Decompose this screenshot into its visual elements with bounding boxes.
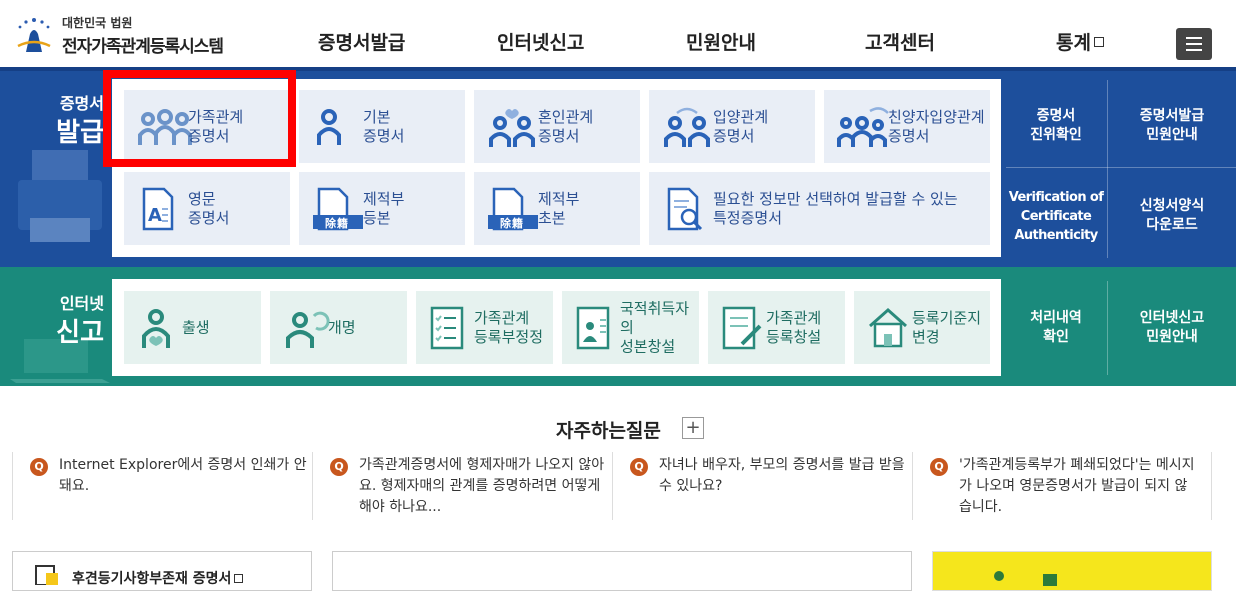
logo-title: 전자가족관계등록시스템 <box>62 37 224 57</box>
bottom-link-text[interactable]: 후견등기사항부존재 증명서 <box>72 568 244 588</box>
tile-label: 개명 <box>328 318 356 336</box>
question-icon: Q <box>630 458 648 476</box>
court-emblem-icon <box>17 18 51 52</box>
english-document-icon: A <box>142 187 174 230</box>
banner-graphic-icon <box>994 571 1057 586</box>
faq-text: Internet Explorer에서 증명서 인쇄가 안돼요. <box>59 457 307 494</box>
question-icon: Q <box>930 458 948 476</box>
hamburger-menu-button[interactable] <box>1176 28 1212 60</box>
stamp-text: 除籍 <box>500 217 524 230</box>
faq-item[interactable]: Q 자녀나 배우자, 부모의 증명서를 발급 받을 수 있나요? <box>612 452 912 520</box>
tile-label: 출생 <box>182 318 210 336</box>
faq-item[interactable]: Q Internet Explorer에서 증명서 인쇄가 안돼요. <box>12 452 312 520</box>
faq-text: 가족관계증명서에 형제자매가 나오지 않아요. 형제자매의 관계를 증명하려면 … <box>359 457 605 515</box>
tile-label: 영문 증명서 <box>188 189 230 227</box>
form-download-link[interactable]: 신청서양식 다운로드 <box>1108 172 1236 260</box>
tile-basic[interactable]: 기본 증명서 <box>299 90 465 163</box>
certificate-verification-link[interactable]: 증명서 진위확인 <box>1006 90 1106 162</box>
stamp-text: 除籍 <box>325 217 349 230</box>
tile-label: 제적부 등본 <box>363 189 405 227</box>
nav-customer-center[interactable]: 고객센터 <box>865 28 935 55</box>
tile-removed-register-excerpt[interactable]: 除籍 제적부 초본 <box>474 172 640 245</box>
tile-registration-base-change[interactable]: 등록기준지 변경 <box>854 291 990 364</box>
nav-civil-guide[interactable]: 민원안내 <box>686 28 756 55</box>
tile-label: 혼인관계 증명서 <box>538 107 594 145</box>
external-link-icon <box>234 574 244 583</box>
tile-marriage[interactable]: 혼인관계 증명서 <box>474 90 640 163</box>
tile-label: 제적부 초본 <box>538 189 580 227</box>
logo-subtitle: 대한민국 법원 <box>62 16 133 30</box>
document-icon <box>35 565 58 585</box>
tile-label: 등록기준지 변경 <box>912 308 982 346</box>
marriage-icon <box>489 108 535 147</box>
tile-label: 가족관계 등록부정정 <box>474 308 544 346</box>
question-icon: Q <box>330 458 348 476</box>
tile-specific-certificate[interactable]: 필요한 정보만 선택하여 발급할 수 있는 특정증명서 <box>649 172 990 245</box>
certificate-guide-link[interactable]: 증명서발급 민원안내 <box>1108 90 1236 162</box>
verification-english-link[interactable]: Verification of Certificate Authenticity <box>1006 172 1106 260</box>
tile-label: 입양관계 증명서 <box>713 107 769 145</box>
tile-label: 기본 증명서 <box>363 107 405 145</box>
tile-adoption[interactable]: 입양관계 증명서 <box>649 90 815 163</box>
question-icon: Q <box>30 458 48 476</box>
person-icon <box>317 108 341 145</box>
external-link-icon <box>1093 37 1104 47</box>
bottom-banner[interactable] <box>932 551 1212 591</box>
svg-text:A: A <box>148 205 162 226</box>
faq-title: 자주하는질문 <box>556 420 661 442</box>
internet-report-guide-link[interactable]: 인터넷신고 민원안내 <box>1108 290 1236 366</box>
issue-label-big: 발급 <box>56 118 104 148</box>
process-history-link[interactable]: 처리내역 확인 <box>1006 290 1106 366</box>
report-label-big: 신고 <box>56 318 104 348</box>
bottom-link-label: 후견등기사항부존재 증명서 <box>72 571 232 587</box>
nav-internet-report[interactable]: 인터넷신고 <box>497 28 584 55</box>
nav-statistics-label: 통계 <box>1056 32 1091 54</box>
site-header: 대한민국 법원 전자가족관계등록시스템 증명서발급 인터넷신고 민원안내 고객센… <box>0 0 1236 67</box>
tile-english[interactable]: A 영문 증명서 <box>124 172 290 245</box>
tile-removed-register-copy[interactable]: 除籍 제적부 등본 <box>299 172 465 245</box>
tile-label: 국적취득자의 성본창설 <box>620 299 690 355</box>
faq-text: 자녀나 배우자, 부모의 증명서를 발급 받을 수 있나요? <box>659 457 905 494</box>
bottom-center-box <box>332 551 912 591</box>
tile-register-creation[interactable]: 가족관계 등록창설 <box>708 291 845 364</box>
issue-label-small: 증명서 <box>59 94 104 113</box>
tile-label: 필요한 정보만 선택하여 발급할 수 있는 특정증명서 <box>713 189 958 227</box>
full-adoption-icon <box>837 106 889 147</box>
document-search-icon <box>667 187 703 230</box>
report-panel: 출생 개명 가족관계 등록부정정 국적취득자의 성본창설 가족관계 등록창설 등… <box>112 279 1001 376</box>
nav-certificate[interactable]: 증명서발급 <box>318 28 405 55</box>
faq-item[interactable]: Q 가족관계증명서에 형제자매가 나오지 않아요. 형제자매의 관계를 증명하려… <box>312 452 612 520</box>
tile-birth[interactable]: 출생 <box>124 291 261 364</box>
highlight-box <box>103 70 296 167</box>
adoption-icon <box>664 107 710 147</box>
faq-item[interactable]: Q '가족관계등록부가 폐쇄되었다'는 메시지가 나오며 영문증명서가 발급이 … <box>912 452 1212 520</box>
site-logo[interactable]: 대한민국 법원 전자가족관계등록시스템 <box>12 10 252 58</box>
tile-register-correction[interactable]: 가족관계 등록부정정 <box>416 291 553 364</box>
tile-label: 친양자입양관계 증명서 <box>888 107 985 145</box>
nav-statistics[interactable]: 통계 <box>1056 28 1104 55</box>
tile-nationality[interactable]: 국적취득자의 성본창설 <box>562 291 699 364</box>
printer-icon <box>18 150 102 242</box>
tile-label: 가족관계 등록창설 <box>766 308 822 346</box>
faq-text: '가족관계등록부가 폐쇄되었다'는 메시지가 나오며 영문증명서가 발급이 되지… <box>959 457 1195 515</box>
report-label-small: 인터넷 <box>59 294 104 313</box>
tile-rename[interactable]: 개명 <box>270 291 407 364</box>
tile-full-adoption[interactable]: 친양자입양관계 증명서 <box>824 90 990 163</box>
faq-more-button[interactable]: + <box>682 417 704 439</box>
